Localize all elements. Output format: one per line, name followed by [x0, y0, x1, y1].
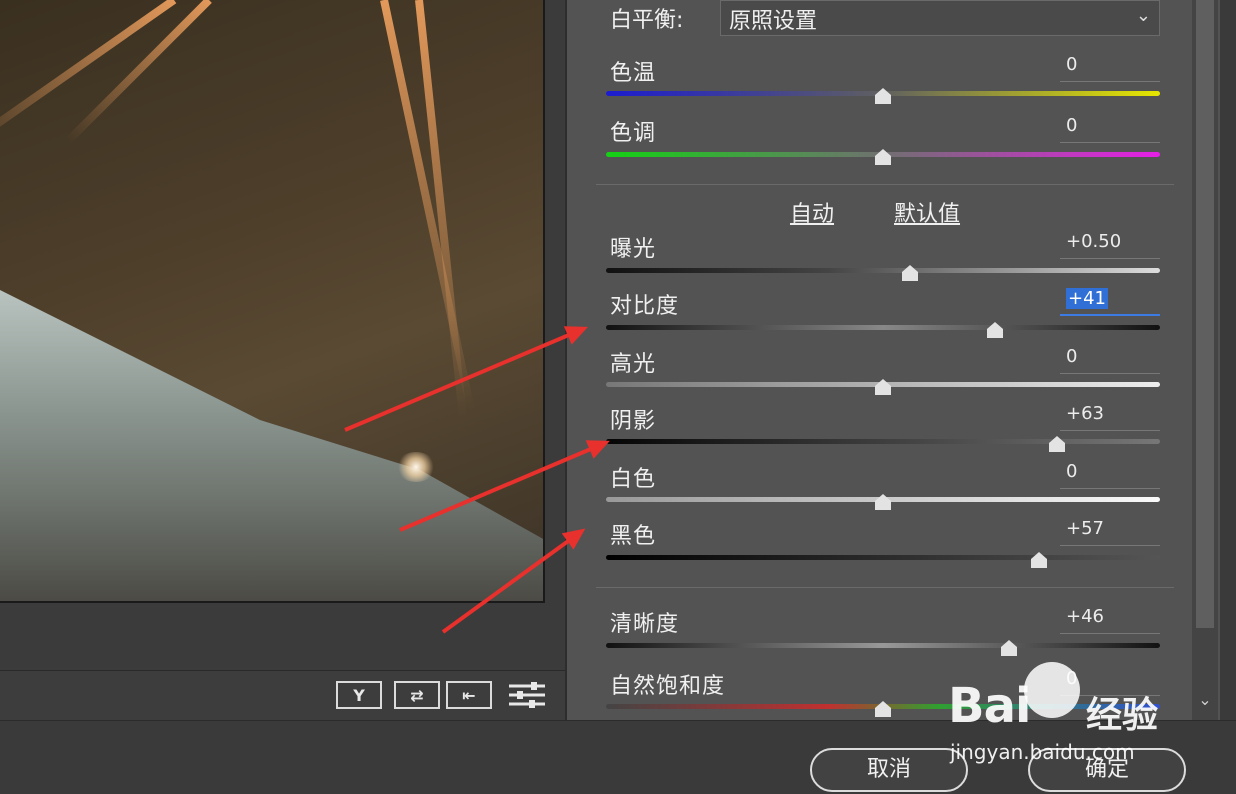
clarity-value-text: +46 [1066, 606, 1104, 627]
tint-value-text: 0 [1066, 115, 1078, 136]
default-link[interactable]: 默认值 [894, 196, 960, 228]
vibrance-thumb[interactable] [871, 701, 895, 717]
clarity-thumb[interactable] [997, 640, 1021, 656]
contrast-label: 对比度 [610, 294, 680, 319]
auto-link[interactable]: 自动 [790, 196, 834, 228]
temperature-value-text: 0 [1066, 54, 1078, 75]
paw-logo-icon [1024, 662, 1080, 718]
blacks-thumb[interactable] [1027, 552, 1051, 568]
watermark-product: 经验 [1086, 695, 1159, 736]
highlights-value-text: 0 [1066, 346, 1078, 367]
exposure-value-text: +0.50 [1066, 231, 1122, 252]
whites-value-text: 0 [1066, 461, 1078, 482]
clarity-track[interactable] [606, 643, 1160, 648]
vibrance-label: 自然饱和度 [610, 674, 726, 699]
whites-thumb[interactable] [871, 494, 895, 510]
tint-label: 色调 [610, 121, 657, 146]
exposure-label: 曝光 [610, 237, 657, 262]
baidu-watermark: Bai 经验 jingyan.baidu.com [948, 660, 1188, 770]
cancel-button[interactable]: 取消 [810, 748, 968, 792]
shadows-value[interactable]: +63 [1060, 403, 1160, 431]
contrast-value-text: +41 [1066, 288, 1108, 309]
blacks-label: 黑色 [610, 524, 657, 549]
swap-icon[interactable]: ⇄ [394, 681, 440, 709]
contrast-track[interactable] [606, 325, 1160, 330]
clarity-value[interactable]: +46 [1060, 606, 1160, 634]
copy-settings-icon[interactable]: ⇤ [446, 681, 492, 709]
preview-image [0, 0, 545, 603]
white-balance-select[interactable]: 原照设置 ⌄ [720, 0, 1160, 36]
scroll-down-icon[interactable]: ⌄ [1196, 690, 1214, 710]
watermark-brand: Bai [948, 678, 1031, 734]
whites-label: 白色 [610, 467, 657, 492]
shadows-track[interactable] [606, 439, 1160, 444]
highlights-value[interactable]: 0 [1060, 346, 1160, 374]
section-divider [596, 587, 1174, 588]
tint-thumb[interactable] [871, 149, 895, 165]
sliders-icon-svg [509, 682, 545, 708]
preview-area: Y ⇄ ⇤ [0, 0, 565, 720]
preview-toolbar: Y ⇄ ⇤ [0, 670, 565, 720]
exposure-thumb[interactable] [898, 265, 922, 281]
exposure-track[interactable] [606, 268, 1160, 273]
highlights-label: 高光 [610, 352, 657, 377]
shadows-label: 阴影 [610, 409, 657, 434]
chevron-down-icon: ⌄ [1135, 5, 1151, 26]
sun-flare [396, 452, 436, 482]
shadows-thumb[interactable] [1045, 436, 1069, 452]
scrollbar-thumb[interactable] [1196, 0, 1214, 628]
clarity-label: 清晰度 [610, 612, 680, 637]
temperature-label: 色温 [610, 61, 657, 86]
panel-scrollbar[interactable]: ⌄ [1192, 0, 1218, 720]
section-divider [596, 184, 1174, 185]
white-balance-label: 白平衡: [610, 8, 684, 33]
sliders-icon[interactable] [504, 681, 550, 709]
blacks-value[interactable]: +57 [1060, 518, 1160, 546]
contrast-value[interactable]: +41 [1060, 288, 1160, 316]
watermark-url: jingyan.baidu.com [950, 740, 1135, 764]
before-after-icon[interactable]: Y [336, 681, 382, 709]
temperature-value[interactable]: 0 [1060, 54, 1160, 82]
blacks-track[interactable] [606, 555, 1160, 560]
whites-value[interactable]: 0 [1060, 461, 1160, 489]
temperature-thumb[interactable] [871, 88, 895, 104]
blacks-value-text: +57 [1066, 518, 1104, 539]
exposure-value[interactable]: +0.50 [1060, 231, 1160, 259]
shadows-value-text: +63 [1066, 403, 1104, 424]
highlights-thumb[interactable] [871, 379, 895, 395]
tint-value[interactable]: 0 [1060, 115, 1160, 143]
contrast-thumb[interactable] [983, 322, 1007, 338]
white-balance-value: 原照设置 [729, 9, 818, 34]
